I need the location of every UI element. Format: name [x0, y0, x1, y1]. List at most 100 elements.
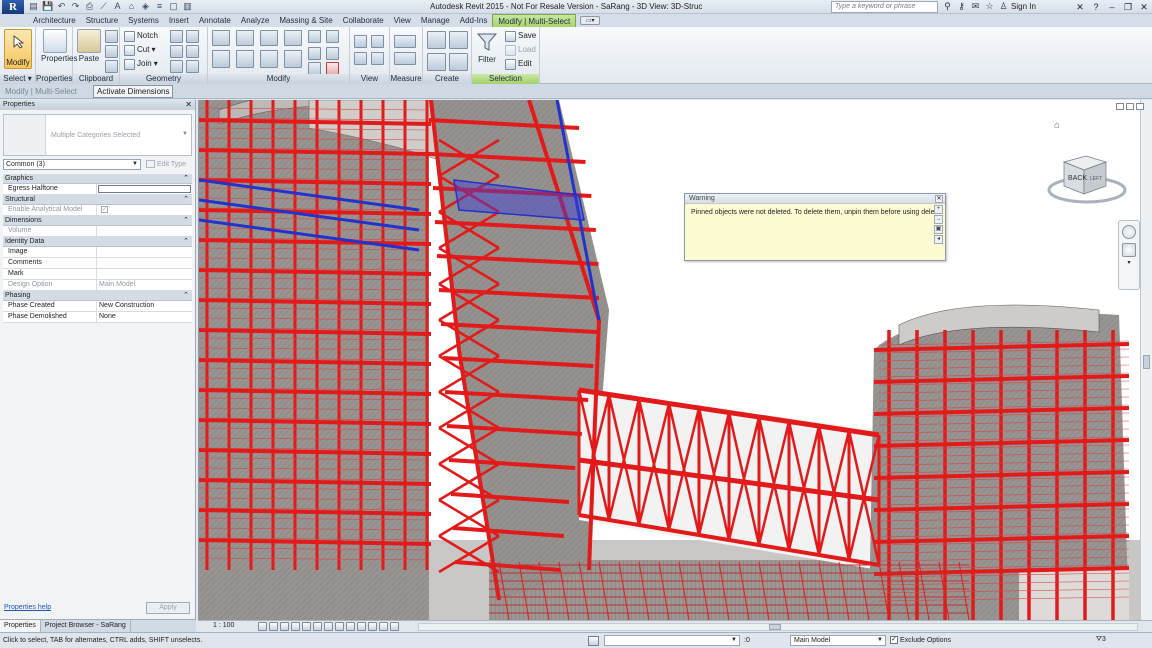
steering-wheel-icon[interactable]	[1122, 225, 1136, 239]
property-row[interactable]: Egress Halftone	[3, 184, 192, 195]
property-value[interactable]	[97, 269, 192, 279]
beam-join-icon[interactable]	[170, 60, 183, 73]
split-element-icon[interactable]	[308, 30, 321, 43]
show-warning-icon[interactable]: ◂	[934, 235, 943, 244]
view-restore-button[interactable]	[1126, 103, 1134, 110]
collapse-icon[interactable]: ⌃	[183, 291, 189, 301]
property-value-input[interactable]	[98, 185, 191, 193]
close-button[interactable]: ✕	[1136, 0, 1152, 14]
align-icon[interactable]	[212, 30, 230, 46]
edit-selection-button[interactable]: Edit	[505, 58, 532, 70]
design-option-dropdown[interactable]: Main Model ▼	[790, 635, 886, 646]
redo-icon[interactable]: ↷	[70, 1, 81, 12]
selection-filter-count[interactable]: ⛛3	[1096, 636, 1106, 644]
ribbon-minimize-icon[interactable]: ▭▾	[580, 16, 601, 25]
close-hidden-icon[interactable]: ▢	[168, 1, 179, 12]
property-group-identity-data[interactable]: Identity Data ⌃	[3, 237, 192, 247]
detail-level-icon[interactable]	[258, 622, 267, 631]
property-group-graphics[interactable]: Graphics ⌃	[3, 174, 192, 184]
trim-extend-icon[interactable]	[284, 50, 302, 68]
create-assembly-icon[interactable]	[427, 53, 446, 71]
horizontal-scroll-thumb[interactable]	[769, 624, 781, 630]
type-selector[interactable]: Multiple Categories Selected ▼	[3, 114, 192, 156]
linework-icon[interactable]	[354, 52, 367, 65]
minimize-button[interactable]: –	[1104, 0, 1120, 14]
workset-dropdown[interactable]: ▼	[604, 635, 740, 646]
paste-button[interactable]: Paste	[76, 29, 102, 63]
reveal-constraints-icon[interactable]	[390, 622, 399, 631]
measure-icon[interactable]: ⟋	[98, 1, 109, 12]
horizontal-scrollbar[interactable]	[418, 623, 1138, 631]
split-face-icon[interactable]	[170, 30, 183, 43]
tab-collaborate[interactable]: Collaborate	[338, 14, 389, 27]
home-icon[interactable]: ⌂	[1054, 120, 1060, 131]
reveal-hidden-icon[interactable]	[357, 622, 366, 631]
scale-icon[interactable]	[326, 47, 339, 60]
mirror-draw-icon[interactable]	[284, 30, 302, 46]
tab-modify-multi-select[interactable]: Modify | Multi-Select	[492, 14, 577, 27]
split-gap-icon[interactable]	[326, 30, 339, 43]
tab-add-ins[interactable]: Add-Ins	[455, 14, 493, 27]
undo-icon[interactable]: ↶	[56, 1, 67, 12]
binoculars-icon[interactable]: ⚲	[942, 1, 953, 12]
property-checkbox[interactable]: ✓	[101, 206, 108, 213]
move-icon[interactable]	[212, 50, 230, 68]
tab-systems[interactable]: Systems	[123, 14, 164, 27]
collapse-icon[interactable]: ⌃	[183, 174, 189, 184]
array-icon[interactable]	[308, 47, 321, 60]
vertical-scroll-thumb[interactable]	[1143, 355, 1150, 369]
property-row[interactable]: Comments	[3, 258, 192, 269]
apply-button[interactable]: Apply	[146, 602, 190, 614]
create-parts-icon[interactable]	[427, 31, 446, 49]
render-icon[interactable]	[302, 622, 311, 631]
demolish-icon[interactable]	[186, 45, 199, 58]
property-value[interactable]: New Construction	[97, 301, 192, 311]
property-value[interactable]: None	[97, 312, 192, 322]
mirror-axis-icon[interactable]	[260, 30, 278, 46]
chevron-down-icon[interactable]: ▾	[1119, 259, 1139, 266]
user-icon[interactable]: ♙	[998, 1, 1009, 12]
viewcube-side-label[interactable]: LEFT	[1090, 176, 1102, 182]
hide-in-view-icon[interactable]	[354, 35, 367, 48]
property-group-phasing[interactable]: Phasing ⌃	[3, 291, 192, 301]
visual-style-icon[interactable]	[269, 622, 278, 631]
text-icon[interactable]: A	[112, 1, 123, 12]
close-icon[interactable]: ✕	[185, 100, 192, 110]
viewcube[interactable]: BACK LEFT	[1046, 150, 1128, 210]
property-group-structural[interactable]: Structural ⌃	[3, 195, 192, 205]
save-icon[interactable]: 💾	[42, 1, 53, 12]
thin-lines-icon[interactable]: ≡	[154, 1, 165, 12]
crop-view-icon[interactable]	[313, 622, 322, 631]
export-warning-icon[interactable]: ▣	[934, 225, 943, 234]
palette-tab-properties[interactable]: Properties	[0, 620, 41, 632]
match-type-icon[interactable]	[105, 60, 118, 73]
copy-clipboard-icon[interactable]	[105, 45, 118, 58]
property-value[interactable]	[97, 247, 192, 257]
aligned-dimension-icon[interactable]	[394, 52, 416, 65]
favorites-star-icon[interactable]: ☆	[984, 1, 995, 12]
lock-view-icon[interactable]	[335, 622, 344, 631]
search-input[interactable]: Type a keyword or phrase	[831, 1, 938, 13]
filter-button[interactable]: Filter	[474, 29, 500, 64]
view-close-button[interactable]	[1136, 103, 1144, 110]
collapse-icon[interactable]: ⌃	[183, 237, 189, 247]
property-row[interactable]: Design Option Main Model	[3, 280, 192, 291]
property-row[interactable]: Phase Created New Construction	[3, 301, 192, 312]
save-selection-button[interactable]: Save	[505, 30, 536, 42]
property-row[interactable]: Phase Demolished None	[3, 312, 192, 323]
view-paint-icon[interactable]	[371, 52, 384, 65]
worksets-icon[interactable]	[588, 636, 599, 646]
3d-view-icon[interactable]: ⌂	[126, 1, 137, 12]
view-scale[interactable]: 1 : 100	[213, 622, 234, 629]
temporary-hide-icon[interactable]	[346, 622, 355, 631]
join-button[interactable]: Join ▾	[124, 58, 158, 70]
properties-button[interactable]: Properties	[41, 29, 77, 63]
communication-icon[interactable]: ✉	[970, 1, 981, 12]
vertical-scrollbar[interactable]	[1140, 100, 1152, 620]
instance-filter-dropdown[interactable]: Common (3) ▼	[3, 159, 141, 170]
properties-help-link[interactable]: Properties help	[4, 604, 51, 611]
show-crop-icon[interactable]	[324, 622, 333, 631]
sun-path-icon[interactable]	[280, 622, 289, 631]
paint-icon[interactable]	[186, 30, 199, 43]
zoom-region-icon[interactable]	[1122, 243, 1136, 257]
